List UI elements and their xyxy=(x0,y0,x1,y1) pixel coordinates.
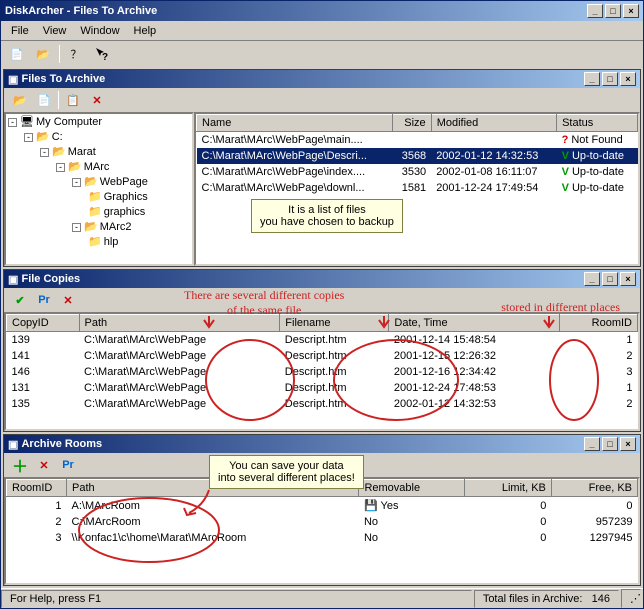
table-row[interactable]: 1A:\MArcRoom💾 Yes00 xyxy=(7,497,638,515)
table-row[interactable]: 131C:\Marat\MArc\WebPageDescript.htm2001… xyxy=(7,380,638,396)
main-window: DiskArcher - Files To Archive _ □ × File… xyxy=(0,0,644,609)
col-copyid[interactable]: CopyID xyxy=(7,315,80,332)
child-titlebar-copies[interactable]: ▣ File Copies _ □ × xyxy=(4,270,640,288)
copies-title: File Copies xyxy=(21,273,80,285)
svg-text:?: ? xyxy=(102,52,108,62)
close-button[interactable]: × xyxy=(623,4,639,18)
files-toolbar: 📂 📄 📋 ✕ xyxy=(4,88,640,112)
menubar: File View Window Help xyxy=(1,21,643,41)
maximize-button[interactable]: □ xyxy=(605,4,621,18)
table-row[interactable]: C:\Marat\MArc\WebPage\downl...15812001-1… xyxy=(197,180,638,196)
files-title: Files To Archive xyxy=(21,73,105,85)
restore-icon[interactable]: ✔ xyxy=(10,290,30,310)
table-row[interactable]: 135C:\Marat\MArc\WebPageDescript.htm2002… xyxy=(7,396,638,412)
col-roomid[interactable]: RoomID xyxy=(7,480,67,497)
table-row[interactable]: 2C:\MArcRoomNo0957239 xyxy=(7,514,638,530)
col-datetime[interactable]: Date, Time xyxy=(389,315,560,332)
table-row[interactable]: 139C:\Marat\MArc\WebPageDescript.htm2001… xyxy=(7,332,638,349)
app-titlebar[interactable]: DiskArcher - Files To Archive _ □ × xyxy=(1,1,643,21)
copies-window-icon: ▣ xyxy=(8,273,18,286)
main-toolbar: 📄 📂 ？ ? xyxy=(1,41,643,67)
copies-toolbar: ✔ Pr ✕ xyxy=(4,288,640,312)
whatsthis-icon[interactable]: ? xyxy=(92,44,112,64)
col-status[interactable]: Status xyxy=(557,115,638,132)
mdi-area: ▣ Files To Archive _ □ × 📂 📄 📋 ✕ -My Com… xyxy=(1,67,643,588)
add-folder-icon[interactable]: 📂 xyxy=(10,90,30,110)
add-file-icon[interactable]: 📄 xyxy=(34,90,54,110)
table-row[interactable]: 141C:\Marat\MArc\WebPageDescript.htm2001… xyxy=(7,348,638,364)
table-row[interactable]: 146C:\Marat\MArc\WebPageDescript.htm2001… xyxy=(7,364,638,380)
resize-grip-icon[interactable]: ⋰ xyxy=(621,589,641,608)
rooms-toolbar: ＋ ✕ Pr xyxy=(4,453,640,477)
menu-file[interactable]: File xyxy=(5,23,35,39)
folder-tree[interactable]: -My Computer -C: -Marat -MArc -WebPage G… xyxy=(4,112,194,266)
child-titlebar-files[interactable]: ▣ Files To Archive _ □ × xyxy=(4,70,640,88)
ok-icon: V xyxy=(562,150,569,162)
table-row[interactable]: C:\Marat\MArc\WebPage\index....35302002-… xyxy=(197,164,638,180)
copies-icon[interactable]: 📋 xyxy=(63,90,83,110)
child-close-button[interactable]: × xyxy=(620,437,636,451)
floppy-icon: 💾 xyxy=(364,500,378,512)
properties-icon[interactable]: Pr xyxy=(34,290,54,310)
status-total: Total files in Archive: 146 xyxy=(474,590,619,608)
menu-view[interactable]: View xyxy=(37,23,73,39)
delete-room-icon[interactable]: ✕ xyxy=(34,455,54,475)
minimize-button[interactable]: _ xyxy=(587,4,603,18)
files-listview[interactable]: Name Size Modified Status C:\Marat\MArc\… xyxy=(194,112,640,266)
files-icon: ▣ xyxy=(8,73,18,86)
child-close-button[interactable]: × xyxy=(620,72,636,86)
child-close-button[interactable]: × xyxy=(620,272,636,286)
child-maximize-button[interactable]: □ xyxy=(602,437,618,451)
about-icon[interactable]: ？ xyxy=(66,44,86,64)
add-room-icon[interactable]: ＋ xyxy=(10,455,30,475)
table-row[interactable]: C:\Marat\MArc\WebPage\Descri...35682002-… xyxy=(197,148,638,164)
folder-icon xyxy=(88,191,102,203)
col-modified[interactable]: Modified xyxy=(431,115,556,132)
window-files-to-archive: ▣ Files To Archive _ □ × 📂 📄 📋 ✕ -My Com… xyxy=(3,69,641,267)
note-file-list: It is a list of files you have chosen to… xyxy=(251,199,403,233)
col-room-path[interactable]: Path xyxy=(67,480,359,497)
col-removable[interactable]: Removable xyxy=(359,480,464,497)
room-properties-icon[interactable]: Pr xyxy=(58,455,78,475)
rooms-window-icon: ▣ xyxy=(8,438,18,451)
child-titlebar-rooms[interactable]: ▣ Archive Rooms _ □ × xyxy=(4,435,640,453)
computer-icon xyxy=(20,116,34,128)
col-limit[interactable]: Limit, KB xyxy=(464,480,551,497)
child-minimize-button[interactable]: _ xyxy=(584,437,600,451)
col-path[interactable]: Path xyxy=(79,315,280,332)
child-minimize-button[interactable]: _ xyxy=(584,272,600,286)
ok-icon: V xyxy=(562,182,569,194)
archive-new-icon[interactable]: 📄 xyxy=(7,44,27,64)
copies-listview[interactable]: CopyID Path Filename Date, Time RoomID 1… xyxy=(4,312,640,431)
col-free[interactable]: Free, KB xyxy=(551,480,637,497)
menu-window[interactable]: Window xyxy=(74,23,125,39)
rooms-title: Archive Rooms xyxy=(21,438,102,450)
notfound-icon: ? xyxy=(562,134,569,146)
child-maximize-button[interactable]: □ xyxy=(602,72,618,86)
separator xyxy=(59,45,60,63)
window-file-copies: ▣ File Copies _ □ × ✔ Pr ✕ CopyID Path F… xyxy=(3,269,641,432)
table-row[interactable]: 3\\Konfac1\c\home\Marat\MArcRoomNo012979… xyxy=(7,530,638,546)
col-roomid[interactable]: RoomID xyxy=(559,315,637,332)
statusbar: For Help, press F1 Total files in Archiv… xyxy=(1,588,643,608)
tree-collapse-icon[interactable]: - xyxy=(8,118,17,127)
col-name[interactable]: Name xyxy=(197,115,393,132)
delete-copy-icon[interactable]: ✕ xyxy=(58,290,78,310)
ok-icon: V xyxy=(562,166,569,178)
delete-icon[interactable]: ✕ xyxy=(87,90,107,110)
app-title: DiskArcher - Files To Archive xyxy=(5,5,157,17)
folder-open-icon xyxy=(36,131,50,143)
col-size[interactable]: Size xyxy=(393,115,432,132)
window-archive-rooms: ▣ Archive Rooms _ □ × ＋ ✕ Pr RoomID Path… xyxy=(3,434,641,586)
table-row[interactable]: C:\Marat\MArc\WebPage\main....? Not Foun… xyxy=(197,132,638,149)
menu-help[interactable]: Help xyxy=(128,23,163,39)
child-minimize-button[interactable]: _ xyxy=(584,72,600,86)
archive-open-icon[interactable]: 📂 xyxy=(33,44,53,64)
child-maximize-button[interactable]: □ xyxy=(602,272,618,286)
rooms-listview[interactable]: RoomID Path Removable Limit, KB Free, KB… xyxy=(4,477,640,585)
col-filename[interactable]: Filename xyxy=(280,315,389,332)
status-help: For Help, press F1 xyxy=(1,590,472,608)
